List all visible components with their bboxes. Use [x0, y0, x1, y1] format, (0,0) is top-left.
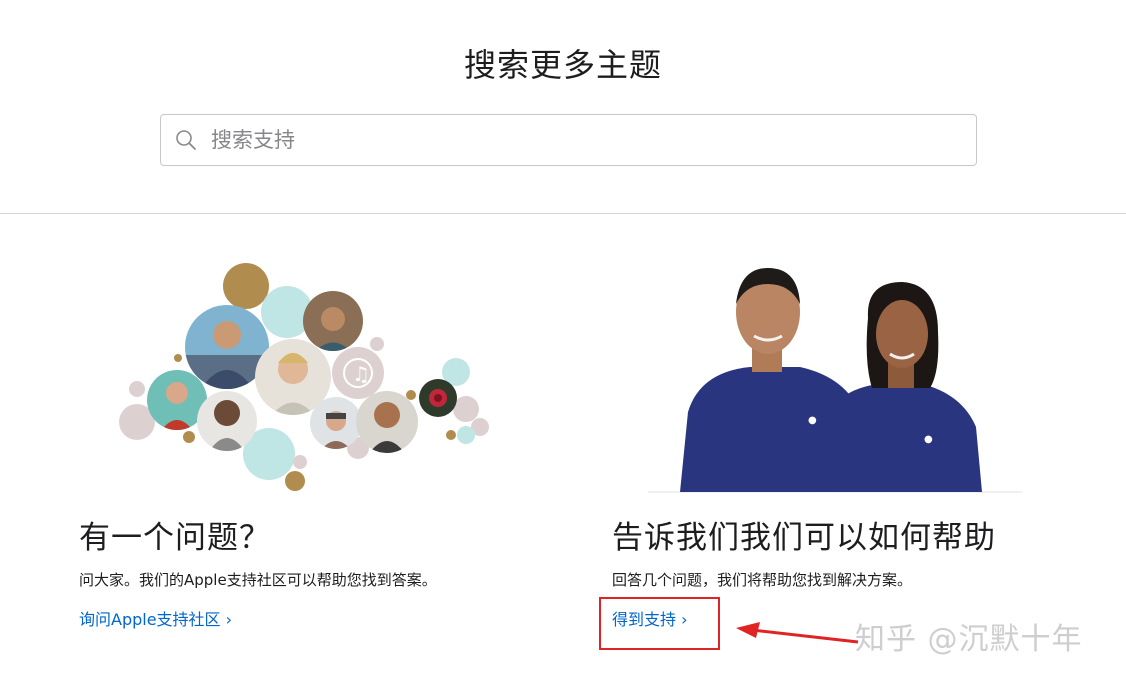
annotation-highlight-box: [599, 597, 720, 650]
community-title: 有一个问题？: [79, 520, 271, 556]
page-title: 搜索更多主题: [463, 46, 662, 84]
svg-text:♫: ♫: [352, 362, 370, 386]
search-input[interactable]: [211, 128, 951, 152]
svg-text:●: ●: [808, 415, 817, 426]
support-title: 告诉我们我们可以如何帮助: [612, 520, 996, 556]
support-team-photo: ● ●: [648, 268, 1022, 493]
search-icon: [176, 130, 196, 150]
watermark: 知乎 @沉默十年: [855, 622, 1083, 657]
section-divider: [0, 213, 1126, 214]
annotation-arrow-icon: [736, 622, 859, 644]
svg-text:●: ●: [924, 434, 933, 445]
ask-community-link[interactable]: 询问Apple支持社区 ›: [79, 606, 232, 630]
support-description: 回答几个问题，我们将帮助您找到解决方案。: [612, 571, 913, 589]
community-description: 问大家。我们的Apple支持社区可以帮助您找到答案。: [79, 571, 437, 589]
search-box[interactable]: [160, 114, 977, 166]
community-illustration: ♫: [119, 263, 489, 491]
